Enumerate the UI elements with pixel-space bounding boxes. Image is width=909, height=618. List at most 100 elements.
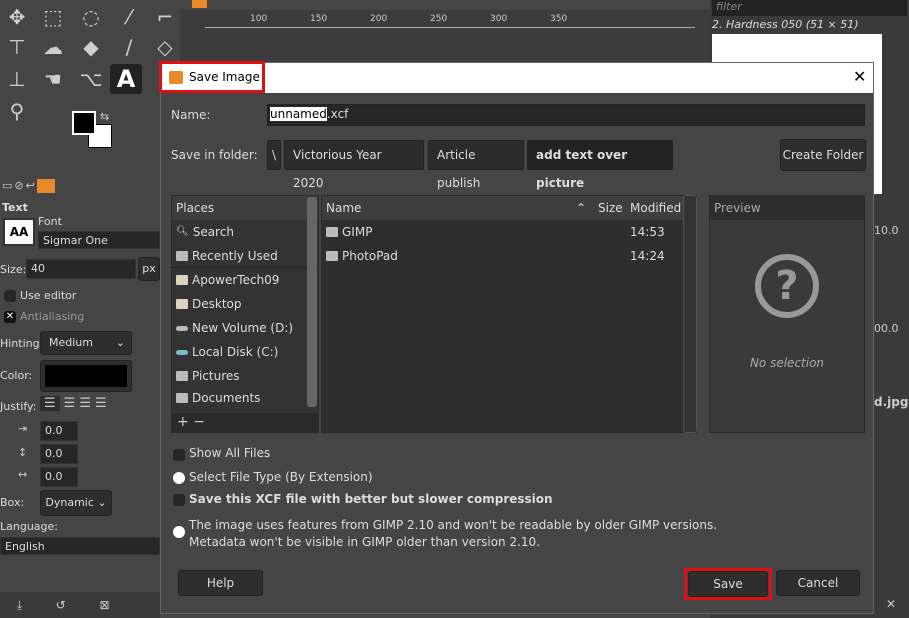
justify-right-icon[interactable]: ☰ xyxy=(64,396,76,411)
clone-tool-icon[interactable]: ⊥ xyxy=(4,66,30,92)
add-bookmark-icon[interactable]: + xyxy=(177,414,189,430)
file-list-scrollbar[interactable] xyxy=(683,195,697,433)
use-editor-checkbox[interactable] xyxy=(4,290,16,302)
file-row[interactable]: PhotoPad 14:24 xyxy=(322,244,696,268)
color-label: Color: xyxy=(0,369,33,382)
place-apowertech09[interactable]: ApowerTech09 xyxy=(172,268,318,292)
compression-label[interactable]: Save this XCF file with better but slowe… xyxy=(189,492,553,506)
expand-icon[interactable] xyxy=(173,526,185,538)
zoom-tool-icon[interactable]: ⚲ xyxy=(4,98,30,124)
show-all-files-label[interactable]: Show All Files xyxy=(189,446,270,460)
places-scrollbar[interactable] xyxy=(307,197,317,407)
remove-bookmark-icon[interactable]: − xyxy=(193,414,205,430)
justify-fill-icon[interactable]: ☰ xyxy=(95,396,107,411)
save-options-icon[interactable]: ⤓ xyxy=(17,592,22,618)
column-modified[interactable]: Modified xyxy=(630,196,681,220)
text-color-swatch xyxy=(45,365,127,387)
font-preview-icon[interactable]: AA xyxy=(3,218,35,246)
select-file-type-expander[interactable]: Select File Type (By Extension) xyxy=(189,470,373,484)
letter-spacing-input[interactable]: 0.0 xyxy=(40,467,78,487)
justify-left-icon[interactable]: ☰ xyxy=(40,396,60,411)
close-icon[interactable]: ✕ xyxy=(886,597,896,611)
file-row[interactable]: GIMP 14:53 xyxy=(322,220,696,244)
column-size[interactable]: Size xyxy=(598,196,623,220)
tool-options-footer: ⤓ ↺ ⊠ xyxy=(0,592,160,618)
dialog-title: Save Image xyxy=(189,70,260,84)
place-documents[interactable]: Documents xyxy=(172,388,318,408)
hinting-value: Medium xyxy=(49,336,93,349)
sort-ascending-icon: ⌃ xyxy=(576,201,587,215)
foreground-color-swatch[interactable] xyxy=(72,111,96,135)
language-label: Language: xyxy=(0,520,58,533)
images-tab-icon[interactable] xyxy=(36,179,55,193)
create-folder-button[interactable]: Create Folder xyxy=(780,139,866,171)
breadcrumb-item[interactable]: Article publish xyxy=(428,140,524,190)
place-search[interactable]: 🔍︎ Search xyxy=(172,220,318,244)
box-select[interactable]: Dynamic ⌄ xyxy=(40,490,112,516)
undo-history-tab-icon[interactable]: ↩ xyxy=(26,179,35,199)
indent-input[interactable]: 0.0 xyxy=(40,421,78,441)
breadcrumb-current[interactable]: add text over picture xyxy=(527,140,673,190)
language-input[interactable]: English xyxy=(0,537,160,555)
place-desktop[interactable]: Desktop xyxy=(172,292,318,316)
swap-colors-icon[interactable]: ⇆ xyxy=(100,110,109,123)
size-input[interactable]: 40 xyxy=(26,259,136,279)
justify-center-icon[interactable]: ☰ xyxy=(79,396,91,411)
size-label: Size: xyxy=(0,263,27,276)
fuzzy-select-tool-icon[interactable]: ⁄ xyxy=(116,4,142,30)
tool-options-tab-icon[interactable]: ▭ xyxy=(2,179,12,199)
expand-icon[interactable] xyxy=(173,472,185,484)
column-name[interactable]: Name xyxy=(326,196,361,220)
opacity-value[interactable]: 00.0 xyxy=(874,322,899,335)
device-status-tab-icon[interactable]: ⊘ xyxy=(14,179,23,199)
breadcrumb-root[interactable]: \ xyxy=(267,140,282,170)
hinting-select[interactable]: Medium ⌄ xyxy=(40,331,132,355)
filename-input[interactable]: unnamed.xcf xyxy=(267,104,865,126)
brush-filter-input[interactable]: filter xyxy=(712,0,907,16)
ruler-tick: 200 xyxy=(370,14,388,24)
cancel-button[interactable]: Cancel xyxy=(776,570,860,596)
rect-select-tool-icon[interactable]: ⬚ xyxy=(40,4,66,30)
save-image-dialog: Save Image ✕ Name: unnamed.xcf Save in f… xyxy=(159,61,874,614)
spacing-value[interactable]: 10.0 xyxy=(874,224,899,237)
place-local-disk[interactable]: Local Disk (C:) xyxy=(172,340,318,364)
place-new-volume[interactable]: New Volume (D:) xyxy=(172,316,318,340)
eraser-tool-icon[interactable]: ◇ xyxy=(152,34,178,60)
size-unit-select[interactable]: px xyxy=(138,257,160,281)
bucket-fill-tool-icon[interactable]: ◆ xyxy=(78,34,104,60)
horizontal-ruler: 100 150 200 250 300 350 xyxy=(205,14,695,28)
place-label: ApowerTech09 xyxy=(192,273,280,287)
delete-options-icon[interactable]: ⊠ xyxy=(99,592,109,618)
tool-options-title: Text xyxy=(2,201,28,214)
line-spacing-input[interactable]: 0.0 xyxy=(40,444,78,464)
image-thumbnail[interactable] xyxy=(192,0,207,8)
antialiasing-checkbox[interactable]: ✕ xyxy=(4,311,16,323)
font-input[interactable]: Sigmar One xyxy=(38,231,160,249)
file-name: PhotoPad xyxy=(342,249,398,263)
crop-tool-icon[interactable]: ⌐ xyxy=(152,4,178,30)
image-tab-label[interactable]: d.jpg xyxy=(874,395,908,409)
breadcrumb-item[interactable]: Victorious Year 2020 xyxy=(284,140,424,190)
dialog-titlebar: Save Image ✕ xyxy=(159,61,873,93)
help-button[interactable]: Help xyxy=(178,570,263,596)
restore-options-icon[interactable]: ↺ xyxy=(56,592,66,618)
place-recently-used[interactable]: Recently Used xyxy=(172,244,318,268)
paintbrush-tool-icon[interactable]: ∕ xyxy=(116,34,142,60)
place-label: Desktop xyxy=(192,297,242,311)
save-button[interactable]: Save xyxy=(688,571,768,597)
places-toolbar: + − xyxy=(171,413,319,433)
lasso-tool-icon[interactable]: ◌ xyxy=(78,4,104,30)
use-editor-label: Use editor xyxy=(20,289,77,302)
text-tool-icon[interactable]: A xyxy=(110,64,142,94)
compression-checkbox[interactable] xyxy=(173,494,185,506)
move-tool-icon[interactable]: ✥ xyxy=(4,4,30,30)
close-icon[interactable]: ✕ xyxy=(853,67,866,86)
warp-tool-icon[interactable]: ☁ xyxy=(40,34,66,60)
paths-tool-icon[interactable]: ⌥ xyxy=(78,66,104,92)
transform-tool-icon[interactable]: ⊤ xyxy=(4,34,30,60)
show-all-files-checkbox[interactable] xyxy=(173,449,185,461)
text-color-button[interactable] xyxy=(40,360,132,392)
place-pictures[interactable]: Pictures xyxy=(172,364,318,388)
box-label: Box: xyxy=(0,496,25,509)
smudge-tool-icon[interactable]: ☚ xyxy=(40,66,66,92)
